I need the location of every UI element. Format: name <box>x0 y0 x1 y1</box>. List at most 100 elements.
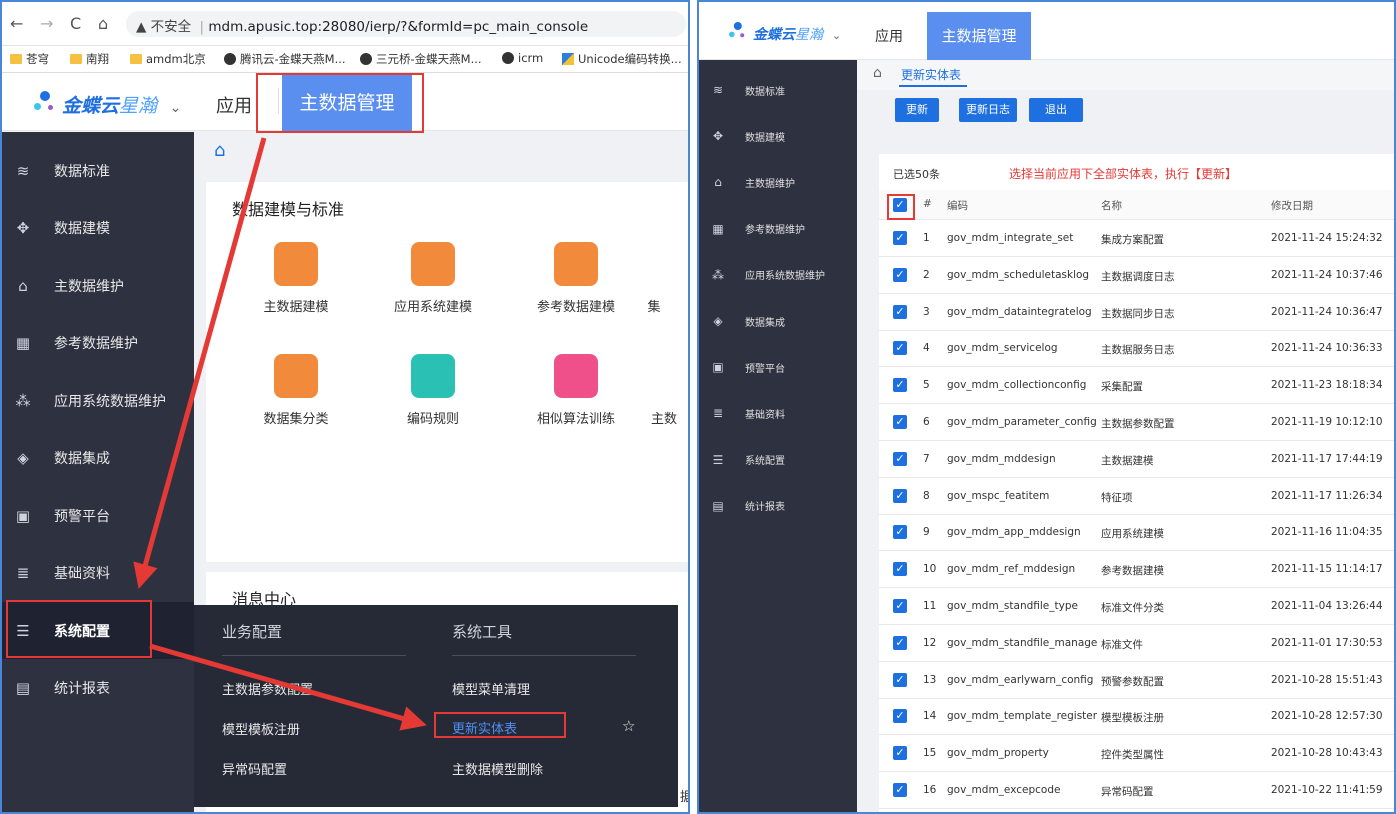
sidebar-item[interactable]: ≣ 基础资料 <box>2 545 194 602</box>
row-checkbox[interactable]: ✓ <box>893 783 907 797</box>
update-log-button[interactable]: 更新日志 <box>959 98 1017 122</box>
row-checkbox[interactable]: ✓ <box>893 746 907 761</box>
tile-partial[interactable]: 主数 <box>614 354 688 427</box>
table-row[interactable]: ✓ 16 gov_mdm_excepcode 异常码配置 2021-10-22 11:4… <box>879 772 1394 809</box>
tab-mdm[interactable]: 主数据管理 <box>927 12 1031 60</box>
table-row[interactable]: ✓ 6 gov_mdm_parameter_config 主数据参数配置 2021-11… <box>879 404 1394 441</box>
row-checkbox[interactable]: ✓ <box>893 525 907 540</box>
menu-item-menu-cleanup[interactable]: 模型菜单清理 <box>452 679 530 698</box>
tile-app-modeling[interactable]: 应用系统建模 <box>363 242 503 315</box>
table-row[interactable]: ✓ 10 gov_mdm_ref_mddesign 参考数据建模 2021-11-15 … <box>879 551 1394 589</box>
tile-mdm-modeling[interactable]: 主数据建模 <box>226 242 366 315</box>
row-checkbox[interactable]: ✓ <box>893 341 907 356</box>
app-menu[interactable]: 应用 <box>875 26 903 46</box>
table-row[interactable]: ✓ 1 gov_mdm_integrate_set 集成方案配置 2021-11-24 … <box>879 220 1394 257</box>
globe-icon <box>360 53 372 65</box>
sidebar-item[interactable]: ▣ 预警平台 <box>2 487 194 544</box>
table-row[interactable]: ✓ 14 gov_mdm_template_register 模型模板注册 2021-1… <box>879 698 1394 736</box>
bookmark-item[interactable]: 腾讯云-金蝶天燕M... <box>224 51 346 67</box>
menu-item-param-config[interactable]: 主数据参数配置 <box>222 679 313 698</box>
table-row[interactable]: ✓ 2 gov_mdm_scheduletasklog 主数据调度日志 2021-11-… <box>879 257 1394 294</box>
row-name: 标准文件 <box>1101 638 1143 651</box>
exit-button[interactable]: 退出 <box>1029 98 1083 122</box>
bookmark-item[interactable]: icrm <box>502 51 543 65</box>
menu-item-template-register[interactable]: 模型模板注册 <box>222 719 300 738</box>
col-code[interactable]: 编码 <box>947 198 968 213</box>
row-checkbox[interactable]: ✓ <box>893 488 907 503</box>
sidebar-item[interactable]: ✥ 数据建模 <box>699 113 857 159</box>
sidebar-item[interactable]: ▤ 统计报表 <box>2 660 194 717</box>
home-icon[interactable]: ⌂ <box>214 140 225 161</box>
back-icon[interactable]: ← <box>10 14 23 33</box>
bookmark-label: 三元桥-金蝶天燕M... <box>376 52 482 66</box>
row-date: 2021-11-24 15:24:32 <box>1271 232 1383 244</box>
row-checkbox[interactable]: ✓ <box>893 378 907 393</box>
home-icon[interactable]: ⌂ <box>98 14 108 33</box>
table-row[interactable]: ✓ 7 gov_mdm_mddesign 主数据建模 2021-11-17 17:44:… <box>879 441 1394 478</box>
table-row[interactable]: ✓ 12 gov_mdm_standfile_manage 标准文件 2021-11-0… <box>879 625 1394 662</box>
row-index: 5 <box>923 379 930 392</box>
sidebar-item[interactable]: ✥ 数据建模 <box>2 200 194 257</box>
row-checkbox[interactable]: ✓ <box>893 267 907 282</box>
update-button[interactable]: 更新 <box>895 98 939 122</box>
menu-item-excep-code[interactable]: 异常码配置 <box>222 759 287 778</box>
table-row[interactable]: ✓ 8 gov_mspc_featitem 特征项 2021-11-17 11:26:3… <box>879 478 1394 515</box>
row-checkbox[interactable]: ✓ <box>893 635 907 650</box>
row-checkbox[interactable]: ✓ <box>893 415 907 429</box>
chevron-down-icon[interactable]: ⌄ <box>170 100 182 116</box>
row-checkbox[interactable]: ✓ <box>893 562 907 577</box>
logo[interactable]: 金蝶云星瀚 ⌄ <box>62 91 181 118</box>
row-checkbox[interactable]: ✓ <box>893 231 907 245</box>
row-checkbox[interactable]: ✓ <box>893 599 907 613</box>
logo[interactable]: 金蝶云星瀚 ⌄ <box>753 24 841 44</box>
sidebar-item[interactable]: ▣ 预警平台 <box>699 344 857 390</box>
row-index: 2 <box>923 268 930 281</box>
bookmark-item[interactable]: Unicode编码转换... <box>562 51 682 67</box>
sidebar-item[interactable]: ☰ 系统配置 <box>699 437 857 483</box>
forward-icon[interactable]: → <box>40 14 53 33</box>
bookmark-item[interactable]: amdm北京 <box>130 51 206 67</box>
col-date[interactable]: 修改日期 <box>1271 198 1313 213</box>
sidebar-item[interactable]: ⌂ 主数据维护 <box>2 257 194 314</box>
row-checkbox[interactable]: ✓ <box>893 451 907 466</box>
sidebar-item[interactable]: ◈ 数据集成 <box>699 298 857 344</box>
app-menu[interactable]: 应用 <box>216 92 252 118</box>
security-warning[interactable]: ▲ 不安全 <box>136 19 191 35</box>
sidebar-item[interactable]: ▦ 参考数据维护 <box>2 315 194 372</box>
table-row[interactable]: ✓ 5 gov_mdm_collectionconfig 采集配置 2021-11-23… <box>879 367 1394 405</box>
sidebar-item[interactable]: ≣ 基础资料 <box>699 390 857 436</box>
sidebar-item[interactable]: ⁂ 应用系统数据维护 <box>2 372 194 429</box>
sidebar-item[interactable]: ◈ 数据集成 <box>2 430 194 487</box>
sidebar-item[interactable]: ⌂ 主数据维护 <box>699 159 857 205</box>
star-icon[interactable]: ☆ <box>622 717 635 735</box>
home-icon[interactable]: ⌂ <box>873 65 882 81</box>
sidebar-item[interactable]: ▦ 参考数据维护 <box>699 206 857 252</box>
bookmark-item[interactable]: 南翔 <box>70 51 109 67</box>
tile-partial[interactable]: 集 <box>614 242 688 315</box>
address-bar[interactable]: ▲ 不安全 | mdm.apusic.top:28080/ierp/?&form… <box>126 11 686 37</box>
reload-icon[interactable]: C <box>70 14 81 33</box>
menu-item-model-delete[interactable]: 主数据模型删除 <box>452 759 543 778</box>
row-checkbox[interactable]: ✓ <box>893 709 907 724</box>
row-index: 15 <box>923 747 937 760</box>
table-row[interactable]: ✓ 13 gov_mdm_earlywarn_config 预警参数配置 2021-10… <box>879 662 1394 699</box>
table-row[interactable]: ✓ 4 gov_mdm_servicelog 主数据服务日志 2021-11-24 10… <box>879 330 1394 368</box>
bookmark-item[interactable]: 苍穹 <box>10 51 49 67</box>
table-row[interactable]: ✓ 3 gov_mdm_dataintegratelog 主数据同步日志 2021-11… <box>879 294 1394 331</box>
row-checkbox[interactable]: ✓ <box>893 672 907 687</box>
col-name[interactable]: 名称 <box>1101 198 1122 213</box>
sidebar-item[interactable]: ▤ 统计报表 <box>699 483 857 529</box>
bookmark-item[interactable]: 三元桥-金蝶天燕M... <box>360 51 482 67</box>
sidebar-item[interactable]: ≋ 数据标准 <box>699 67 857 113</box>
chevron-down-icon[interactable]: ⌄ <box>832 29 841 42</box>
sidebar-item[interactable]: ≋ 数据标准 <box>2 142 194 199</box>
tile-code-rule[interactable]: 编码规则 <box>363 354 503 427</box>
row-index: 8 <box>923 489 930 502</box>
table-row[interactable]: ✓ 11 gov_mdm_standfile_type 标准文件分类 2021-11-0… <box>879 588 1394 625</box>
tab-update-entity[interactable]: 更新实体表 <box>901 66 961 83</box>
table-row[interactable]: ✓ 9 gov_mdm_app_mddesign 应用系统建模 2021-11-16 1… <box>879 514 1394 552</box>
table-row[interactable]: ✓ 15 gov_mdm_property 控件类型属性 2021-10-28 10:4… <box>879 735 1394 773</box>
tile-dataset-class[interactable]: 数据集分类 <box>226 354 366 427</box>
row-checkbox[interactable]: ✓ <box>893 304 907 319</box>
sidebar-item[interactable]: ⁂ 应用系统数据维护 <box>699 252 857 298</box>
